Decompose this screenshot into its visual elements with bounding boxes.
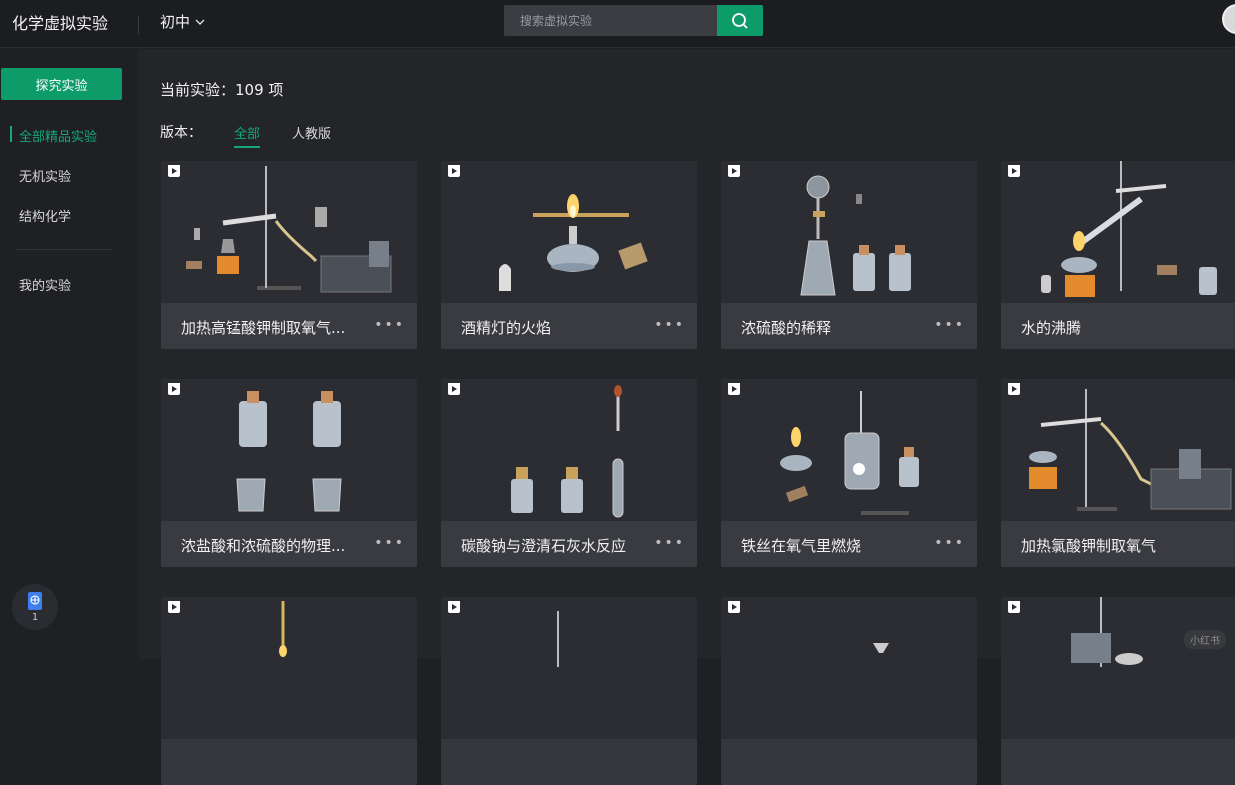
experiment-card[interactable]: 碳酸钠与澄清石灰水反应 ••• [441, 379, 697, 567]
experiment-thumbnail [441, 597, 697, 739]
floating-badge[interactable]: 1 [12, 584, 58, 630]
experiment-thumbnail [1001, 161, 1235, 303]
card-title: 加热氯酸钾制取氧气 [1021, 537, 1157, 555]
video-icon [448, 383, 466, 423]
active-indicator [10, 126, 12, 142]
experiment-card[interactable]: 浓硫酸的稀释 ••• [721, 161, 977, 349]
card-title: 酒精灯的火焰 [461, 319, 552, 337]
edition-label: 版本： [160, 125, 202, 141]
top-bar: 化学虚拟实验 初中 [0, 0, 1235, 48]
sidebar-item-inorganic[interactable]: 无机实验 [19, 166, 71, 185]
card-icons [168, 165, 188, 209]
experiment-card[interactable]: 浓盐酸和浓硫酸的物理... ••• [161, 379, 417, 567]
more-options-button[interactable]: ••• [374, 317, 405, 333]
card-title: 加热高锰酸钾制取氧气... [181, 319, 346, 337]
video-icon [448, 601, 466, 641]
card-title: 浓硫酸的稀释 [741, 319, 832, 337]
card-footer: 浓盐酸和浓硫酸的物理... ••• [161, 521, 417, 567]
card-footer: 水的沸腾 ••• [1001, 303, 1235, 349]
watermark: 小红书 [1184, 630, 1226, 649]
experiment-card[interactable]: 加热氯酸钾制取氧气 ••• [1001, 379, 1235, 567]
experiment-thumbnail [721, 379, 977, 521]
more-options-button[interactable]: ••• [654, 317, 685, 333]
experiment-card[interactable]: 水的沸腾 ••• [1001, 161, 1235, 349]
main-content: 当前实验：109 项 版本： 全部 人教版 加热高锰酸钾制取氧气... ••• … [138, 49, 1235, 785]
card-icons [448, 601, 468, 645]
search-box [504, 5, 763, 36]
experiment-thumbnail [721, 597, 977, 739]
card-icons [168, 383, 188, 427]
card-footer: 铁丝在氧气里燃烧 ••• [721, 521, 977, 567]
experiment-thumbnail [161, 379, 417, 521]
card-icons [728, 601, 748, 645]
edition-tab-pep[interactable]: 人教版 [292, 123, 331, 142]
experiment-thumbnail [441, 161, 697, 303]
card-icons [728, 383, 748, 427]
card-footer: 加热氯酸钾制取氧气 ••• [1001, 521, 1235, 567]
card-icons [728, 165, 748, 209]
experiment-thumbnail [1001, 379, 1235, 521]
sidebar-divider [15, 249, 112, 250]
more-options-button[interactable]: ••• [934, 317, 965, 333]
search-icon [732, 12, 748, 29]
video-icon [1008, 383, 1026, 423]
experiment-card[interactable] [161, 597, 417, 785]
card-title: 碳酸钠与澄清石灰水反应 [461, 537, 627, 555]
experiment-card[interactable] [1001, 597, 1235, 785]
video-icon [728, 601, 746, 641]
sidebar: 探究实验 全部精品实验 无机实验 结构化学 我的实验 1 [0, 49, 138, 659]
experiment-thumbnail [161, 161, 417, 303]
globe-icon [28, 591, 42, 610]
video-icon [728, 383, 746, 423]
sidebar-item-structural[interactable]: 结构化学 [19, 206, 71, 225]
card-icons [1008, 383, 1028, 427]
experiment-thumbnail [161, 597, 417, 739]
sidebar-item-all-premium[interactable]: 全部精品实验 [19, 126, 97, 145]
chevron-down-icon [195, 19, 205, 25]
edition-filter: 版本： 全部 人教版 [160, 122, 363, 148]
grade-dropdown[interactable]: 初中 [160, 11, 206, 32]
experiment-card[interactable] [441, 597, 697, 785]
card-title: 浓盐酸和浓硫酸的物理... [181, 537, 346, 555]
grade-label: 初中 [160, 13, 191, 31]
experiment-count: 当前实验：109 项 [160, 81, 284, 99]
card-icons [1008, 165, 1028, 209]
search-button[interactable] [717, 5, 763, 36]
card-icons [448, 165, 468, 209]
card-title: 铁丝在氧气里燃烧 [741, 537, 862, 555]
avatar[interactable] [1222, 4, 1235, 34]
experiment-card[interactable]: 酒精灯的火焰 ••• [441, 161, 697, 349]
more-options-button[interactable]: ••• [934, 535, 965, 551]
video-icon [1008, 165, 1026, 205]
video-icon [728, 165, 746, 205]
experiment-card[interactable]: 铁丝在氧气里燃烧 ••• [721, 379, 977, 567]
search-input[interactable] [504, 5, 717, 36]
card-icons [168, 601, 188, 645]
experiment-card[interactable]: 加热高锰酸钾制取氧气... ••• [161, 161, 417, 349]
experiment-thumbnail [441, 379, 697, 521]
card-icons [1008, 601, 1028, 645]
card-footer: 碳酸钠与澄清石灰水反应 ••• [441, 521, 697, 567]
video-icon [168, 383, 186, 423]
app-title: 化学虚拟实验 [12, 14, 109, 33]
video-icon [448, 165, 466, 205]
experiment-thumbnail [1001, 597, 1235, 739]
explore-experiments-button[interactable]: 探究实验 [1, 68, 122, 100]
more-options-button[interactable]: ••• [374, 535, 405, 551]
sidebar-item-my-experiments[interactable]: 我的实验 [19, 275, 71, 294]
card-title: 水的沸腾 [1021, 319, 1082, 337]
more-options-button[interactable]: ••• [654, 535, 685, 551]
experiment-card[interactable] [721, 597, 977, 785]
card-footer: 浓硫酸的稀释 ••• [721, 303, 977, 349]
card-footer: 酒精灯的火焰 ••• [441, 303, 697, 349]
video-icon [168, 601, 186, 641]
experiment-thumbnail [721, 161, 977, 303]
header-divider [138, 16, 139, 34]
video-icon [1008, 601, 1026, 641]
edition-tab-all[interactable]: 全部 [234, 123, 261, 148]
video-icon [168, 165, 186, 205]
card-footer: 加热高锰酸钾制取氧气... ••• [161, 303, 417, 349]
badge-count: 1 [31, 611, 39, 623]
card-icons [448, 383, 468, 427]
